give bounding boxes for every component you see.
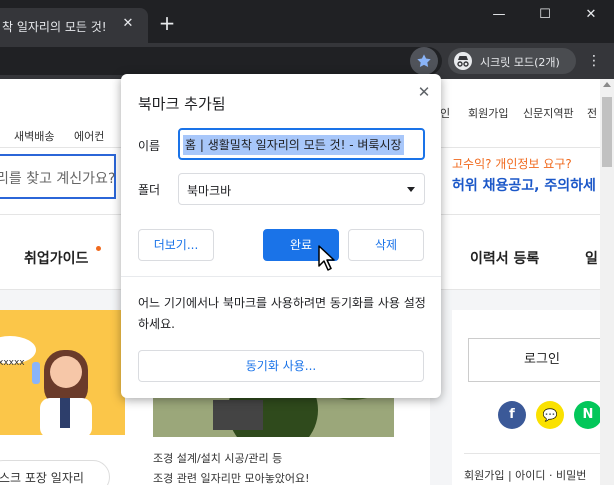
new-tab-button[interactable]: + [156,12,178,34]
promo-card-mask-packing[interactable]: xxxxx 스크 포장 일자리 [0,310,140,485]
bookmark-name-input[interactable]: 홈 | 생활밀착 일자리의 모든 것! - 벼룩시장 [178,128,425,160]
active-tab[interactable]: 착 일자리의 모든 것! ✕ [0,8,148,43]
top-link-signup[interactable]: 회원가입 [468,105,508,121]
bookmark-added-dialog: 북마크 추가됨 ✕ 이름 홈 | 생활밀착 일자리의 모든 것! - 벼룩시장 … [121,74,441,398]
tab-title: 착 일자리의 모든 것! [2,20,107,34]
dialog-divider [121,276,441,277]
login-panel: 로그인 f 💬 N 회원가입 | 아이디 · 비밀번 [452,310,600,485]
minimize-button[interactable]: — [476,0,522,30]
new-badge-dot [96,246,101,251]
nav-resume-register[interactable]: 이력서 등록 [470,248,539,268]
facebook-icon[interactable]: f [498,401,526,429]
scroll-up-arrow-icon[interactable] [603,82,611,87]
sub-link-dawn-delivery[interactable]: 새벽배송 [14,128,54,144]
mouse-cursor-icon [318,245,335,271]
tab-close-icon[interactable]: ✕ [120,16,136,32]
bookmark-star-button[interactable] [410,47,438,75]
card-illustration: xxxxx [0,310,125,435]
address-bar[interactable] [0,47,442,75]
folder-label: 폴더 [138,183,161,197]
scroll-thumb[interactable] [602,97,612,167]
more-button[interactable]: 더보기... [138,229,214,261]
kakao-icon[interactable]: 💬 [536,401,564,429]
job-search-input[interactable]: 리를 찾고 계신가요? [0,154,116,199]
card-description-2: 조경 관련 일자리만 모아놓았어요! [153,472,310,485]
sub-link-aircon[interactable]: 에어컨 [74,128,104,144]
top-link-login[interactable]: 인 [440,105,450,121]
name-label: 이름 [138,139,161,153]
card-description-1: 조경 설계/설치 시공/관리 등 [153,452,283,465]
incognito-label: 시크릿 모드(2개) [480,56,560,69]
enable-sync-button[interactable]: 동기화 사용... [138,350,424,382]
account-links[interactable]: 회원가입 | 아이디 · 비밀번 [464,467,586,483]
promo-warning[interactable]: 허위 채용공고, 주의하세 [452,175,596,195]
speech-bubble-text: xxxxx [0,358,25,368]
star-icon [417,54,431,67]
nav-more[interactable]: 일 [585,248,598,268]
top-link-regional-paper[interactable]: 신문지역판 [523,105,574,121]
delete-button[interactable]: 삭제 [348,229,424,261]
browser-menu-icon[interactable]: ⋮ [586,51,602,71]
nav-job-guide[interactable]: 취업가이드 [24,248,88,268]
sync-description: 어느 기기에서나 북마크를 사용하려면 동기화를 사용 설정하세요. [138,296,426,331]
login-button[interactable]: 로그인 [468,338,600,382]
promo-question[interactable]: 고수익? 개인정보 요구? [452,155,572,172]
dialog-title: 북마크 추가됨 [138,95,226,113]
bookmark-name-value: 홈 | 생활밀착 일자리의 모든 것! - 벼룩시장 [183,135,404,155]
close-icon[interactable]: ✕ [415,83,433,101]
card-chip[interactable]: 스크 포장 일자리 [0,460,110,485]
folder-value: 북마크바 [187,184,232,198]
card-chip-label: 스크 포장 일자리 [0,471,84,485]
close-window-button[interactable]: ✕ [568,0,614,30]
folder-select[interactable]: 북마크바 [178,173,425,205]
maximize-button[interactable]: ☐ [522,0,568,30]
incognito-indicator[interactable]: 시크릿 모드(2개) [448,48,576,74]
search-placeholder: 리를 찾고 계신가요? [0,171,116,187]
naver-icon[interactable]: N [574,401,600,429]
tab-strip: 착 일자리의 모든 것! ✕ + — ☐ ✕ [0,0,614,43]
top-link-more[interactable]: 전 [587,105,597,121]
login-divider [464,453,600,454]
chevron-down-icon [407,187,415,192]
page-scrollbar[interactable] [600,79,614,485]
incognito-icon [454,52,472,70]
